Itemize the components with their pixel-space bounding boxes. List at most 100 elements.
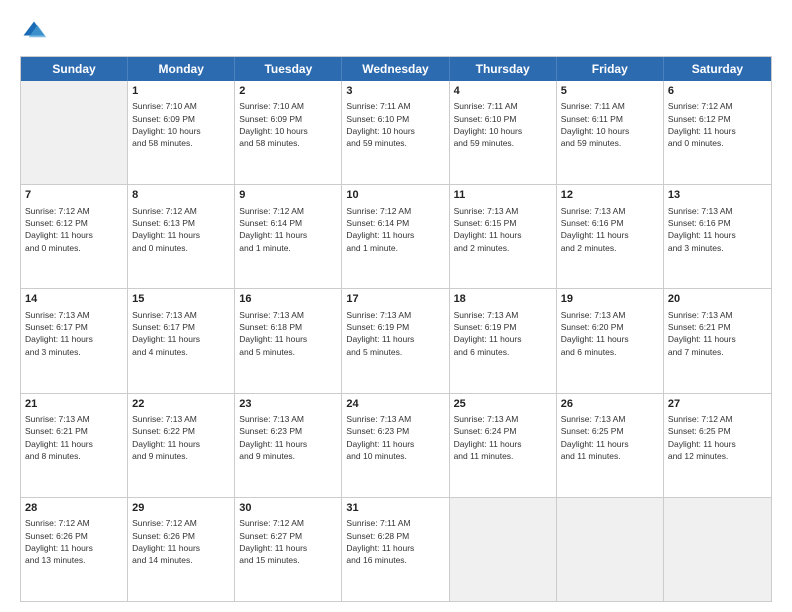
calendar-cell: 22Sunrise: 7:13 AMSunset: 6:22 PMDayligh… xyxy=(128,394,235,497)
calendar-cell: 29Sunrise: 7:12 AMSunset: 6:26 PMDayligh… xyxy=(128,498,235,601)
day-number: 8 xyxy=(132,188,230,203)
cell-details: Sunrise: 7:13 AMSunset: 6:25 PMDaylight:… xyxy=(561,413,659,462)
calendar-cell: 21Sunrise: 7:13 AMSunset: 6:21 PMDayligh… xyxy=(21,394,128,497)
cell-details: Sunrise: 7:13 AMSunset: 6:20 PMDaylight:… xyxy=(561,309,659,358)
calendar-cell xyxy=(557,498,664,601)
day-number: 18 xyxy=(454,292,552,307)
calendar-cell: 23Sunrise: 7:13 AMSunset: 6:23 PMDayligh… xyxy=(235,394,342,497)
calendar-cell: 3Sunrise: 7:11 AMSunset: 6:10 PMDaylight… xyxy=(342,81,449,184)
cell-details: Sunrise: 7:12 AMSunset: 6:12 PMDaylight:… xyxy=(668,100,767,149)
logo xyxy=(20,18,52,46)
header xyxy=(20,18,772,46)
calendar: SundayMondayTuesdayWednesdayThursdayFrid… xyxy=(20,56,772,602)
calendar-cell: 9 Sunrise: 7:12 AMSunset: 6:14 PMDaylight… xyxy=(235,185,342,288)
day-number: 10 xyxy=(346,188,444,203)
calendar-cell: 31Sunrise: 7:11 AMSunset: 6:28 PMDayligh… xyxy=(342,498,449,601)
cell-details: Sunrise: 7:10 AMSunset: 6:09 PMDaylight:… xyxy=(132,100,230,149)
cell-details: Sunrise: 7:13 AMSunset: 6:19 PMDaylight:… xyxy=(346,309,444,358)
day-number: 14 xyxy=(25,292,123,307)
cell-details: Sunrise: 7:12 AMSunset: 6:12 PMDaylight:… xyxy=(25,205,123,254)
day-number: 29 xyxy=(132,501,230,516)
day-number: 21 xyxy=(25,397,123,412)
cell-details: Sunrise: 7:12 AMSunset: 6:25 PMDaylight:… xyxy=(668,413,767,462)
calendar-row: 14 Sunrise: 7:13 AMSunset: 6:17 PMDayligh… xyxy=(21,289,771,393)
day-number: 1 xyxy=(132,84,230,99)
weekday-header: Saturday xyxy=(664,57,771,81)
weekday-header: Tuesday xyxy=(235,57,342,81)
calendar-cell: 4Sunrise: 7:11 AMSunset: 6:10 PMDaylight… xyxy=(450,81,557,184)
cell-details: Sunrise: 7:13 AMSunset: 6:22 PMDaylight:… xyxy=(132,413,230,462)
cell-details: Sunrise: 7:13 AMSunset: 6:23 PMDaylight:… xyxy=(346,413,444,462)
day-number: 6 xyxy=(668,84,767,99)
cell-details: Sunrise: 7:13 AMSunset: 6:24 PMDaylight:… xyxy=(454,413,552,462)
page: SundayMondayTuesdayWednesdayThursdayFrid… xyxy=(0,0,792,612)
day-number: 24 xyxy=(346,397,444,412)
calendar-cell: 6Sunrise: 7:12 AMSunset: 6:12 PMDaylight… xyxy=(664,81,771,184)
day-number: 5 xyxy=(561,84,659,99)
day-number: 31 xyxy=(346,501,444,516)
day-number: 27 xyxy=(668,397,767,412)
calendar-header-row: SundayMondayTuesdayWednesdayThursdayFrid… xyxy=(21,57,771,81)
logo-icon xyxy=(20,18,48,46)
calendar-cell: 25Sunrise: 7:13 AMSunset: 6:24 PMDayligh… xyxy=(450,394,557,497)
cell-details: Sunrise: 7:13 AMSunset: 6:17 PMDaylight:… xyxy=(132,309,230,358)
cell-details: Sunrise: 7:13 AMSunset: 6:19 PMDaylight:… xyxy=(454,309,552,358)
day-number: 19 xyxy=(561,292,659,307)
day-number: 3 xyxy=(346,84,444,99)
cell-details: Sunrise: 7:12 AMSunset: 6:26 PMDaylight:… xyxy=(25,517,123,566)
calendar-cell: 1Sunrise: 7:10 AMSunset: 6:09 PMDaylight… xyxy=(128,81,235,184)
day-number: 22 xyxy=(132,397,230,412)
calendar-cell: 17 Sunrise: 7:13 AMSunset: 6:19 PMDayligh… xyxy=(342,289,449,392)
day-number: 9 xyxy=(239,188,337,203)
calendar-row: 1Sunrise: 7:10 AMSunset: 6:09 PMDaylight… xyxy=(21,81,771,185)
cell-details: Sunrise: 7:11 AMSunset: 6:28 PMDaylight:… xyxy=(346,517,444,566)
weekday-header: Friday xyxy=(557,57,664,81)
calendar-cell: 15 Sunrise: 7:13 AMSunset: 6:17 PMDayligh… xyxy=(128,289,235,392)
cell-details: Sunrise: 7:12 AMSunset: 6:13 PMDaylight:… xyxy=(132,205,230,254)
calendar-cell: 8 Sunrise: 7:12 AMSunset: 6:13 PMDaylight… xyxy=(128,185,235,288)
cell-details: Sunrise: 7:13 AMSunset: 6:17 PMDaylight:… xyxy=(25,309,123,358)
calendar-cell: 20Sunrise: 7:13 AMSunset: 6:21 PMDayligh… xyxy=(664,289,771,392)
weekday-header: Monday xyxy=(128,57,235,81)
calendar-cell: 12 Sunrise: 7:13 AMSunset: 6:16 PMDayligh… xyxy=(557,185,664,288)
day-number: 17 xyxy=(346,292,444,307)
cell-details: Sunrise: 7:10 AMSunset: 6:09 PMDaylight:… xyxy=(239,100,337,149)
calendar-cell: 2Sunrise: 7:10 AMSunset: 6:09 PMDaylight… xyxy=(235,81,342,184)
calendar-cell xyxy=(664,498,771,601)
calendar-cell: 26Sunrise: 7:13 AMSunset: 6:25 PMDayligh… xyxy=(557,394,664,497)
cell-details: Sunrise: 7:13 AMSunset: 6:18 PMDaylight:… xyxy=(239,309,337,358)
calendar-row: 7 Sunrise: 7:12 AMSunset: 6:12 PMDaylight… xyxy=(21,185,771,289)
cell-details: Sunrise: 7:12 AMSunset: 6:14 PMDaylight:… xyxy=(239,205,337,254)
cell-details: Sunrise: 7:11 AMSunset: 6:10 PMDaylight:… xyxy=(454,100,552,149)
calendar-cell xyxy=(21,81,128,184)
calendar-row: 28Sunrise: 7:12 AMSunset: 6:26 PMDayligh… xyxy=(21,498,771,601)
day-number: 2 xyxy=(239,84,337,99)
calendar-cell: 27Sunrise: 7:12 AMSunset: 6:25 PMDayligh… xyxy=(664,394,771,497)
calendar-cell: 16 Sunrise: 7:13 AMSunset: 6:18 PMDayligh… xyxy=(235,289,342,392)
day-number: 11 xyxy=(454,188,552,203)
day-number: 16 xyxy=(239,292,337,307)
cell-details: Sunrise: 7:13 AMSunset: 6:15 PMDaylight:… xyxy=(454,205,552,254)
cell-details: Sunrise: 7:13 AMSunset: 6:16 PMDaylight:… xyxy=(561,205,659,254)
calendar-row: 21Sunrise: 7:13 AMSunset: 6:21 PMDayligh… xyxy=(21,394,771,498)
day-number: 30 xyxy=(239,501,337,516)
day-number: 4 xyxy=(454,84,552,99)
cell-details: Sunrise: 7:13 AMSunset: 6:21 PMDaylight:… xyxy=(25,413,123,462)
calendar-cell: 11 Sunrise: 7:13 AMSunset: 6:15 PMDayligh… xyxy=(450,185,557,288)
cell-details: Sunrise: 7:11 AMSunset: 6:11 PMDaylight:… xyxy=(561,100,659,149)
weekday-header: Sunday xyxy=(21,57,128,81)
day-number: 13 xyxy=(668,188,767,203)
calendar-cell: 13Sunrise: 7:13 AMSunset: 6:16 PMDayligh… xyxy=(664,185,771,288)
calendar-cell: 14 Sunrise: 7:13 AMSunset: 6:17 PMDayligh… xyxy=(21,289,128,392)
day-number: 26 xyxy=(561,397,659,412)
calendar-body: 1Sunrise: 7:10 AMSunset: 6:09 PMDaylight… xyxy=(21,81,771,601)
calendar-cell: 28Sunrise: 7:12 AMSunset: 6:26 PMDayligh… xyxy=(21,498,128,601)
calendar-cell: 5Sunrise: 7:11 AMSunset: 6:11 PMDaylight… xyxy=(557,81,664,184)
calendar-cell: 18 Sunrise: 7:13 AMSunset: 6:19 PMDayligh… xyxy=(450,289,557,392)
day-number: 7 xyxy=(25,188,123,203)
calendar-cell: 10Sunrise: 7:12 AMSunset: 6:14 PMDayligh… xyxy=(342,185,449,288)
day-number: 15 xyxy=(132,292,230,307)
day-number: 12 xyxy=(561,188,659,203)
calendar-cell xyxy=(450,498,557,601)
calendar-cell: 30Sunrise: 7:12 AMSunset: 6:27 PMDayligh… xyxy=(235,498,342,601)
